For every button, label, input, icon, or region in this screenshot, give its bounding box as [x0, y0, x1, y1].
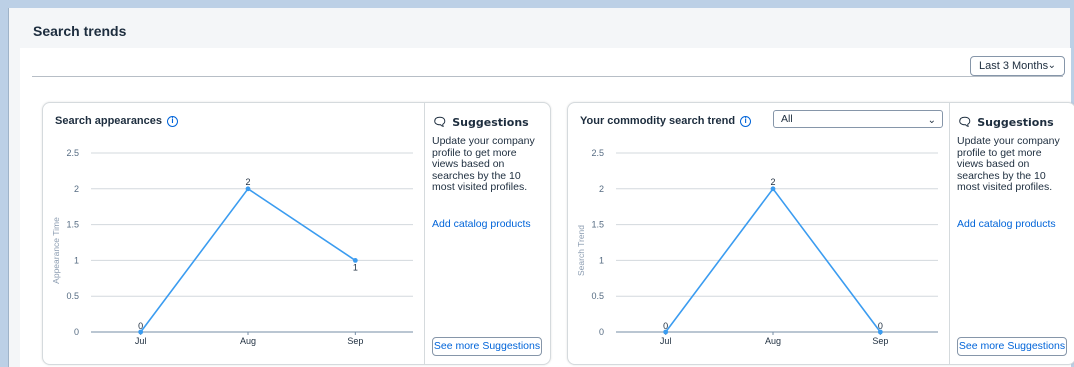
see-more-suggestions-button[interactable]: See more Suggestions	[957, 337, 1067, 356]
x-tick-label: Aug	[240, 336, 256, 346]
data-label: 0	[138, 321, 143, 331]
y-tick-label: 0	[74, 327, 79, 337]
add-catalog-products-link[interactable]: Add catalog products	[432, 218, 544, 230]
search-appearances-chart: 0 0.5 1 1.5 2 2.5 Appearance Time Jul Aug Sep 0 2 1	[51, 148, 413, 346]
x-tick-label: Aug	[765, 336, 781, 346]
y-tick-label: 2.5	[591, 148, 604, 158]
y-tick-label: 0.5	[591, 291, 604, 301]
suggestions-text: Update your company profile to get more …	[957, 135, 1060, 193]
y-axis-label: Appearance Time	[51, 217, 61, 284]
suggestions-heading: 🗨 Suggestions	[432, 115, 544, 129]
suggestions-heading-text: Suggestions	[452, 115, 529, 129]
add-catalog-products-link[interactable]: Add catalog products	[957, 218, 1069, 230]
suggestion-icon: 🗨	[432, 115, 448, 129]
suggestion-icon: 🗨	[957, 115, 973, 129]
y-tick-label: 2	[74, 184, 79, 194]
suggestions-heading-text: Suggestions	[977, 115, 1054, 129]
search-trends-panel: Search trends Last 3 Months ⌄ Search app…	[8, 8, 1074, 367]
y-tick-label: 1	[599, 255, 604, 265]
page-title: Search trends	[33, 23, 127, 39]
search-appearances-card: Search appearances i 0 0.5 1 1.5 2 2.5 Appeara…	[42, 102, 551, 365]
y-tick-label: 2	[599, 184, 604, 194]
x-tick-label: Jul	[660, 336, 672, 346]
data-label: 1	[353, 262, 358, 272]
x-tick-label: Jul	[135, 336, 147, 346]
data-label: 2	[245, 177, 250, 187]
period-select[interactable]: Last 3 Months ⌄	[970, 56, 1065, 76]
content-area: Last 3 Months ⌄ Search appearances i 0 0.…	[20, 48, 1074, 367]
commodity-search-trend-card: Your commodity search trend i All ⌄ 0 0.5…	[567, 102, 1074, 365]
data-point	[245, 186, 251, 192]
suggestions-text: Update your company profile to get more …	[432, 135, 535, 193]
suggestions-panel: 🗨 Suggestions Update your company profil…	[949, 103, 1074, 364]
divider	[32, 76, 1063, 77]
data-label: 0	[878, 321, 883, 331]
period-select-value: Last 3 Months	[979, 60, 1049, 72]
x-tick-label: Sep	[872, 336, 888, 346]
y-tick-label: 1.5	[66, 220, 79, 230]
suggestions-heading: 🗨 Suggestions	[957, 115, 1069, 129]
data-point	[770, 186, 776, 192]
see-more-suggestions-button[interactable]: See more Suggestions	[432, 337, 542, 356]
data-label: 2	[770, 177, 775, 187]
y-tick-label: 2.5	[66, 148, 79, 158]
y-tick-label: 0.5	[66, 291, 79, 301]
y-tick-label: 0	[599, 327, 604, 337]
suggestions-panel: 🗨 Suggestions Update your company profil…	[424, 103, 550, 364]
chevron-down-icon: ⌄	[1047, 60, 1056, 71]
data-label: 0	[663, 321, 668, 331]
y-tick-label: 1	[74, 255, 79, 265]
commodity-search-trend-chart: 0 0.5 1 1.5 2 2.5 Search Trend Jul Aug Sep 0 2 0	[576, 148, 938, 346]
y-axis-label: Search Trend	[576, 225, 586, 276]
y-tick-label: 1.5	[591, 220, 604, 230]
x-tick-label: Sep	[347, 336, 363, 346]
